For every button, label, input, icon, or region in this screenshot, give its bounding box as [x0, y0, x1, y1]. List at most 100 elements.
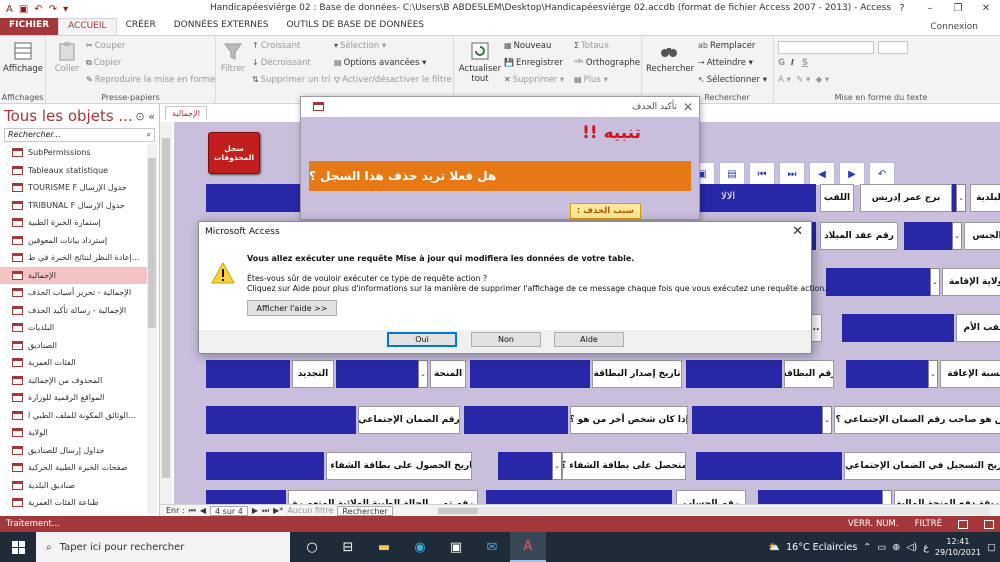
nav-item[interactable]: TRIBUNAL F جدول الإرسال [0, 197, 147, 215]
field-shakhs[interactable] [464, 406, 568, 434]
supprimer-tri-button[interactable]: ⇅ Supprimer un tri [252, 75, 331, 85]
redo-icon[interactable]: ↷ [49, 4, 57, 15]
field-minha[interactable] [336, 360, 416, 388]
nav-item[interactable]: صناديق البلدية [0, 477, 147, 495]
form-view-icon[interactable] [958, 519, 968, 529]
nav-item[interactable]: البلديات [0, 319, 147, 337]
selectionner-button[interactable]: ↖ Sélectionner ▾ [698, 75, 767, 85]
first-record-nav-icon[interactable]: ⏮ [189, 506, 196, 516]
nav-item[interactable]: المواقع الرقمية للوزارة [0, 389, 147, 407]
nav-item[interactable]: صفحات الخبرة الطبية الحركية [0, 459, 147, 477]
field-tajdid[interactable] [206, 360, 290, 388]
next-record-icon[interactable]: ▶ [839, 162, 865, 186]
weather-text[interactable]: 16°C Eclaircies [786, 542, 857, 553]
edge-icon[interactable]: ◉ [402, 532, 438, 562]
field-shifa-bottom[interactable] [206, 490, 286, 504]
undo-record-icon[interactable]: ↶ [869, 162, 895, 186]
next-record-nav-icon[interactable]: ▶ [252, 506, 258, 515]
nav-title[interactable]: Tous les objets ... [4, 107, 133, 125]
affichage-button[interactable]: Affichage [3, 40, 43, 74]
copier-button[interactable]: ⧉ Copier [86, 58, 121, 68]
nav-item[interactable]: الإجمالية [0, 266, 147, 284]
record-search-input[interactable]: Rechercher [337, 505, 393, 516]
field-prenom-left[interactable] [206, 184, 304, 212]
font-size-combo[interactable] [878, 41, 908, 54]
field-sahib[interactable] [692, 406, 820, 434]
close-button[interactable]: ✕ [972, 0, 1000, 18]
access-app-icon[interactable]: A [510, 532, 546, 562]
orthographe-button[interactable]: ᴬᴮᶜ Orthographe [574, 58, 640, 68]
tab-outils[interactable]: OUTILS DE BASE DE DONNÉES [277, 18, 433, 35]
combo-sexe[interactable]: ⌄ [950, 222, 962, 250]
aide-button[interactable]: Aide [554, 332, 624, 347]
filtrer-button[interactable]: Filtrer [218, 40, 248, 74]
weather-icon[interactable]: ⛅ [768, 542, 780, 553]
totaux-button[interactable]: Σ Totaux [574, 41, 609, 51]
combo-sahib[interactable]: ⌄ [820, 406, 832, 434]
taskbar-search[interactable]: ⌕ Taper ici pour rechercher [36, 532, 290, 562]
task-view-icon[interactable]: ⊟ [330, 532, 366, 562]
network-icon[interactable]: ▭ [877, 542, 886, 553]
last-record-nav-icon[interactable]: ⏭ [262, 506, 269, 516]
field-residence[interactable] [826, 268, 930, 296]
preview-icon[interactable]: ▤ [719, 162, 745, 186]
nav-item[interactable]: الوثائق المكونة للملف الطبي ا... [0, 407, 147, 425]
volume-icon[interactable]: ◁) [906, 542, 917, 553]
nav-header[interactable]: Tous les objets ... ⊙ « [0, 104, 159, 128]
field-date-carte[interactable] [470, 360, 590, 388]
field-tahassal[interactable] [498, 452, 550, 480]
tab-accueil[interactable]: ACCUEIL [58, 18, 117, 35]
remplacer-button[interactable]: ab Remplacer [698, 41, 755, 51]
windows-start-icon[interactable] [0, 532, 36, 562]
clock[interactable]: 12:41 29/10/2021 [935, 536, 981, 558]
keyboard-language[interactable]: ع [923, 542, 929, 553]
nav-item[interactable]: الصناديق [0, 337, 147, 355]
oui-button[interactable]: Oui [387, 332, 457, 347]
last-record-icon[interactable]: ⏭ [779, 162, 805, 186]
field-carte[interactable] [686, 360, 782, 388]
customize-qat-icon[interactable]: ▾ [63, 4, 68, 15]
close-icon[interactable]: ✕ [683, 100, 693, 114]
atteindre-button[interactable]: → Atteindre ▾ [698, 58, 753, 68]
nav-scrollbar[interactable] [147, 144, 157, 514]
field-tariqa[interactable] [758, 490, 880, 504]
supprimer-button[interactable]: ✕ Supprimer ▾ [504, 75, 564, 85]
store-icon[interactable]: ▣ [438, 532, 474, 562]
layout-view-icon[interactable] [984, 519, 994, 529]
field-tasjil[interactable] [696, 452, 842, 480]
field-hisab[interactable] [486, 490, 672, 504]
nav-item[interactable]: المحذوف من الإجمالية [0, 372, 147, 390]
first-record-icon[interactable]: ⏮ [749, 162, 775, 186]
selection-button[interactable]: ▾ Sélection ▾ [334, 41, 386, 51]
hscroll-thumb[interactable] [438, 508, 478, 514]
save-icon[interactable]: ▣ [19, 4, 28, 15]
nav-item[interactable]: الفئات العمرية [0, 354, 147, 372]
font-name-combo[interactable] [778, 41, 874, 54]
field-sexe[interactable] [904, 222, 950, 250]
notification-icon[interactable]: ▢ [987, 542, 996, 553]
field-mere[interactable] [842, 314, 954, 342]
nav-item[interactable]: الإجمالية - تحرير أسباب الحذف [0, 284, 147, 302]
mail-icon[interactable]: ✉ [474, 532, 510, 562]
deleted-records-button[interactable]: سجل المحذوفات [208, 132, 260, 174]
nav-item[interactable]: SubPermissions [0, 144, 147, 162]
combo-tahassal[interactable]: ⌄ [550, 452, 562, 480]
combo-residence[interactable]: ⌄ [930, 268, 940, 296]
nav-item[interactable]: إسترداد بيانات المعوقين [0, 232, 147, 250]
rechercher-button[interactable]: Rechercher [646, 40, 694, 74]
cortana-icon[interactable]: ○ [294, 532, 330, 562]
record-position-input[interactable]: 4 sur 4 [210, 505, 248, 516]
nouveau-button[interactable]: ▦ Nouveau [504, 41, 551, 51]
file-explorer-icon[interactable]: ▬ [366, 532, 402, 562]
form-vertical-scrollbar[interactable] [160, 122, 172, 504]
connexion-link[interactable]: Connexion [930, 22, 978, 32]
field-tarikh-shifa[interactable] [206, 452, 324, 480]
field-prenom[interactable]: برج عمر إدريس [860, 184, 952, 212]
form-horizontal-scrollbar[interactable] [438, 507, 990, 515]
non-button[interactable]: Non [471, 332, 541, 347]
nav-item[interactable]: جداول إرسال للصناديق [0, 442, 147, 460]
field-raqm-daman[interactable] [206, 406, 356, 434]
reproduire-button[interactable]: ✎ Reproduire la mise en forme [86, 75, 215, 85]
undo-icon[interactable]: ↶ [34, 4, 42, 15]
combo-minha[interactable]: ⌄ [416, 360, 428, 388]
